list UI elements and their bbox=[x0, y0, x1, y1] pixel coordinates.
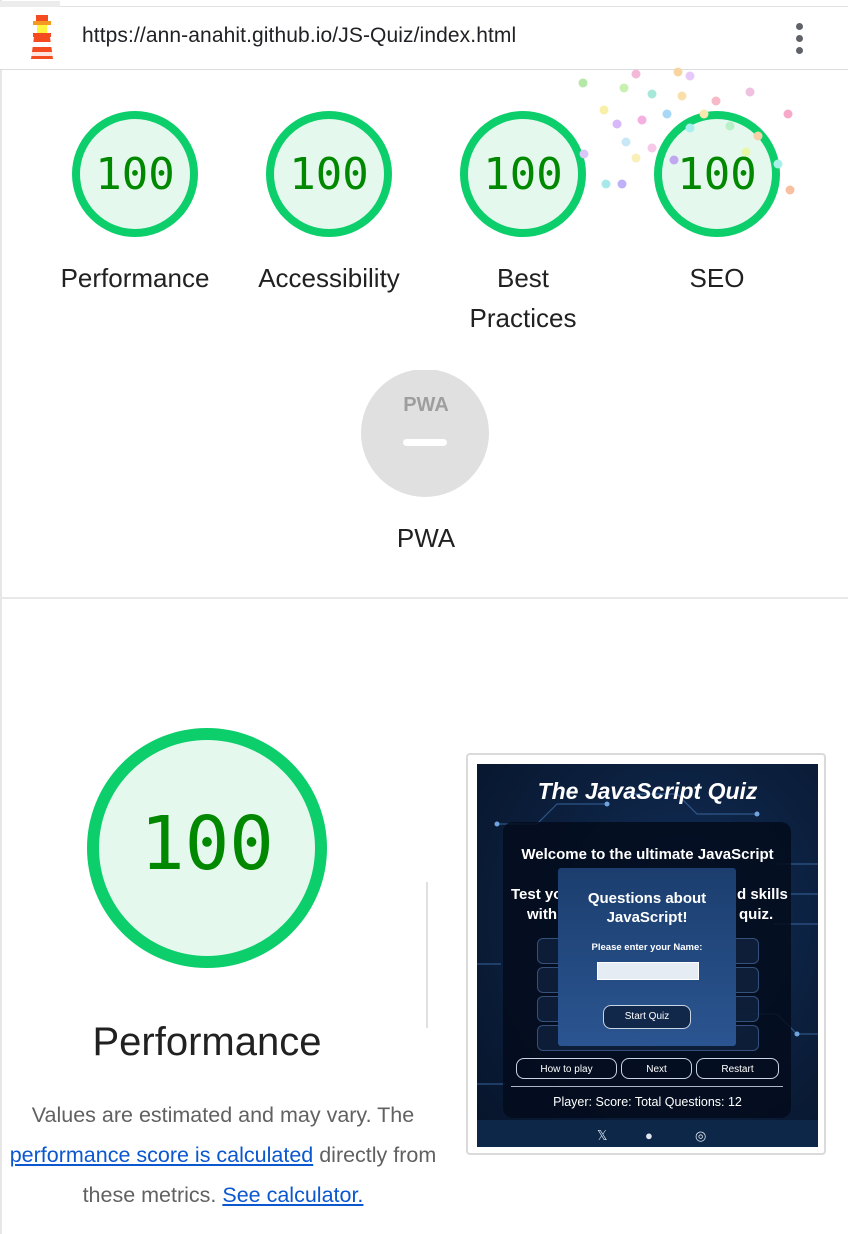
description-text: these metrics. bbox=[82, 1183, 223, 1207]
final-screenshot[interactable]: The JavaScript Quiz Welcome to the ultim… bbox=[466, 753, 826, 1155]
quiz-test-right: d skills bbox=[737, 886, 788, 903]
name-prompt: Please enter your Name: bbox=[591, 942, 703, 953]
gauge-label-accessibility: Accessibility bbox=[258, 263, 400, 293]
gauge-performance[interactable]: 100 bbox=[70, 109, 200, 239]
lighthouse-icon bbox=[31, 15, 53, 59]
kebab-menu-icon[interactable] bbox=[788, 21, 812, 57]
quiz-test-left: Test yo bbox=[511, 886, 563, 903]
description-text: Values are estimated and may vary. The bbox=[31, 1103, 415, 1127]
github-icon: ● bbox=[645, 1128, 653, 1143]
start-quiz-button: Start Quiz bbox=[603, 1005, 691, 1029]
gauge-label-seo: SEO bbox=[689, 263, 745, 293]
gauge-label-practices: Practices bbox=[469, 303, 577, 333]
gauge-ring bbox=[361, 370, 489, 497]
vertical-separator bbox=[426, 882, 428, 1028]
performance-title: Performance bbox=[92, 1020, 322, 1064]
modal-title: Questions about bbox=[587, 890, 707, 907]
quiz-title: The JavaScript Quiz bbox=[537, 778, 758, 804]
how-to-play-button: How to play bbox=[516, 1058, 617, 1079]
gauge-pwa[interactable]: PWA bbox=[361, 370, 491, 500]
gauge-score: 100 bbox=[483, 149, 563, 200]
x-icon: 𝕏 bbox=[597, 1128, 608, 1143]
gauge-accessibility[interactable]: 100 bbox=[264, 109, 394, 239]
name-input bbox=[597, 962, 699, 980]
gauge-score: 100 bbox=[95, 149, 175, 200]
gauge-performance-large: 100 bbox=[84, 728, 330, 974]
gauge-score: 100 bbox=[289, 149, 369, 200]
quiz-status: Player: Score: Total Questions: 12 bbox=[553, 1095, 742, 1109]
score-calculated-link[interactable]: performance score is calculated bbox=[10, 1143, 314, 1167]
quiz-test-right-2: quiz. bbox=[739, 906, 774, 923]
modal-title-2: JavaScript! bbox=[606, 909, 688, 926]
tab-strip bbox=[0, 1, 60, 7]
quiz-test-left-2: with bbox=[527, 906, 557, 923]
pwa-badge: PWA bbox=[403, 394, 449, 416]
gauge-label-performance: Performance bbox=[60, 263, 210, 293]
see-calculator-link[interactable]: See calculator. bbox=[222, 1183, 363, 1207]
instagram-icon: ◎ bbox=[695, 1128, 707, 1143]
gauge-label-pwa: PWA bbox=[396, 523, 456, 553]
page-url[interactable]: https://ann-anahit.github.io/JS-Quiz/ind… bbox=[82, 24, 516, 48]
gauge-score: 100 bbox=[140, 801, 274, 887]
restart-button: Restart bbox=[696, 1058, 779, 1079]
top-bar: https://ann-anahit.github.io/JS-Quiz/ind… bbox=[0, 1, 848, 70]
gauge-best-practices[interactable]: 100 bbox=[458, 109, 588, 239]
next-button: Next bbox=[621, 1058, 692, 1079]
quiz-welcome: Welcome to the ultimate JavaScript bbox=[521, 846, 774, 863]
screenshot-image: The JavaScript Quiz Welcome to the ultim… bbox=[477, 764, 818, 1147]
performance-description: Values are estimated and may vary. The p… bbox=[0, 1095, 466, 1215]
gauge-label-best: Best bbox=[496, 263, 550, 293]
confetti-decoration bbox=[578, 67, 795, 195]
description-text: directly from bbox=[313, 1143, 437, 1167]
status-divider bbox=[511, 1086, 783, 1087]
section-divider bbox=[0, 597, 848, 599]
